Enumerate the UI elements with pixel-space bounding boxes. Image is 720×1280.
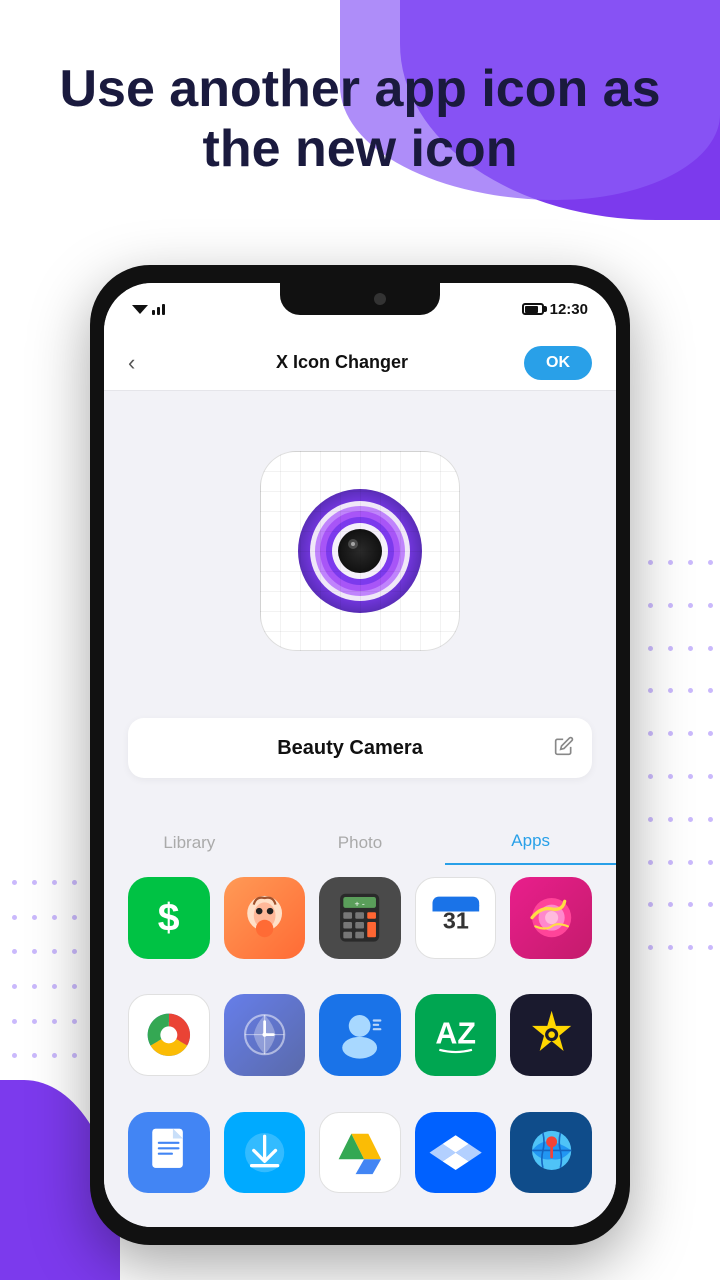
front-camera-dot bbox=[374, 293, 386, 305]
battery-icon bbox=[522, 303, 544, 315]
svg-text:$: $ bbox=[158, 897, 180, 940]
nav-title: X Icon Changer bbox=[160, 352, 524, 373]
app-icon-clock[interactable] bbox=[224, 994, 306, 1076]
wifi-icon bbox=[132, 303, 148, 315]
app-icon-chrome[interactable] bbox=[128, 994, 210, 1076]
tab-photo[interactable]: Photo bbox=[275, 833, 446, 865]
app-icon-docs[interactable] bbox=[128, 1112, 210, 1194]
status-right: 12:30 bbox=[522, 301, 588, 318]
icon-preview-area bbox=[104, 391, 616, 711]
tab-library[interactable]: Library bbox=[104, 833, 275, 865]
battery-fill bbox=[525, 306, 539, 313]
app-name-text: Beauty Camera bbox=[146, 737, 554, 760]
app-icon-drive[interactable] bbox=[319, 1112, 401, 1194]
app-icon-candy[interactable] bbox=[510, 877, 592, 959]
dots-decoration-left bbox=[12, 880, 72, 1080]
app-icon-superstar[interactable] bbox=[510, 994, 592, 1076]
time-display: 12:30 bbox=[550, 301, 588, 318]
app-icon-earth[interactable] bbox=[510, 1112, 592, 1194]
app-nav-bar: ‹ X Icon Changer OK bbox=[104, 335, 616, 391]
app-icon-contacts[interactable] bbox=[319, 994, 401, 1076]
svg-text:AZ: AZ bbox=[435, 1017, 476, 1051]
svg-text:31: 31 bbox=[443, 907, 469, 933]
back-button[interactable]: ‹ bbox=[128, 350, 160, 376]
status-bar: 12:30 bbox=[104, 283, 616, 335]
name-field[interactable]: Beauty Camera bbox=[128, 718, 592, 778]
signal-icon bbox=[152, 304, 165, 315]
app-icon-calculator[interactable]: + - bbox=[319, 877, 401, 959]
app-icon-calendar[interactable]: 31 bbox=[415, 877, 497, 959]
svg-text:+ -: + - bbox=[355, 899, 365, 909]
ok-button[interactable]: OK bbox=[524, 346, 592, 380]
edit-icon[interactable] bbox=[554, 736, 574, 761]
phone-screen: 12:30 ‹ X Icon Changer OK bbox=[104, 283, 616, 1227]
app-grid: $ + - bbox=[104, 865, 616, 1227]
heading-text: Use another app icon as the new icon bbox=[40, 60, 680, 180]
dots-decoration-right bbox=[648, 560, 708, 980]
app-icon-dropbox[interactable] bbox=[415, 1112, 497, 1194]
status-left bbox=[132, 303, 165, 315]
app-icon-cashapp[interactable]: $ bbox=[128, 877, 210, 959]
app-icon-toca[interactable] bbox=[224, 877, 306, 959]
notch bbox=[280, 283, 440, 315]
tabs-bar: Library Photo Apps bbox=[104, 813, 616, 865]
icon-preview-box bbox=[260, 451, 460, 651]
beauty-camera-icon bbox=[290, 481, 430, 621]
battery-tip bbox=[544, 306, 547, 312]
phone-frame: 12:30 ‹ X Icon Changer OK bbox=[90, 265, 630, 1245]
tab-apps[interactable]: Apps bbox=[445, 831, 616, 865]
page-heading: Use another app icon as the new icon bbox=[0, 60, 720, 180]
app-icon-alpha[interactable]: AZ bbox=[415, 994, 497, 1076]
app-icon-downloader[interactable] bbox=[224, 1112, 306, 1194]
